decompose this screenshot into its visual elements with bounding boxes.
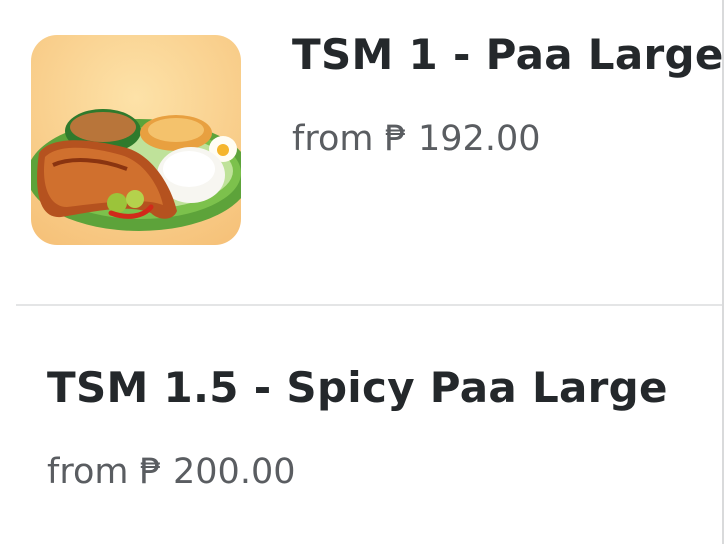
item-price: from ₱ 200.00 — [47, 455, 295, 490]
price-prefix: from — [292, 119, 374, 159]
price-prefix: from — [47, 452, 129, 492]
item-price: from ₱ 192.00 — [292, 122, 540, 157]
divider — [16, 304, 724, 306]
menu-item-tsm-1[interactable]: TSM 1 - Paa Large from ₱ 192.00 — [0, 0, 724, 305]
inasal-meal-image — [31, 35, 241, 245]
price-value: 200.00 — [173, 452, 296, 492]
menu-list: TSM 1 - Paa Large from ₱ 192.00 TSM 1.5 … — [0, 0, 724, 544]
currency-symbol: ₱ — [384, 119, 407, 159]
item-title: TSM 1 - Paa Large — [292, 30, 724, 79]
menu-item-tsm-1-5[interactable]: TSM 1.5 - Spicy Paa Large from ₱ 200.00 — [0, 307, 724, 544]
currency-symbol: ₱ — [139, 452, 162, 492]
item-title: TSM 1.5 - Spicy Paa Large — [47, 363, 668, 412]
price-value: 192.00 — [418, 119, 541, 159]
